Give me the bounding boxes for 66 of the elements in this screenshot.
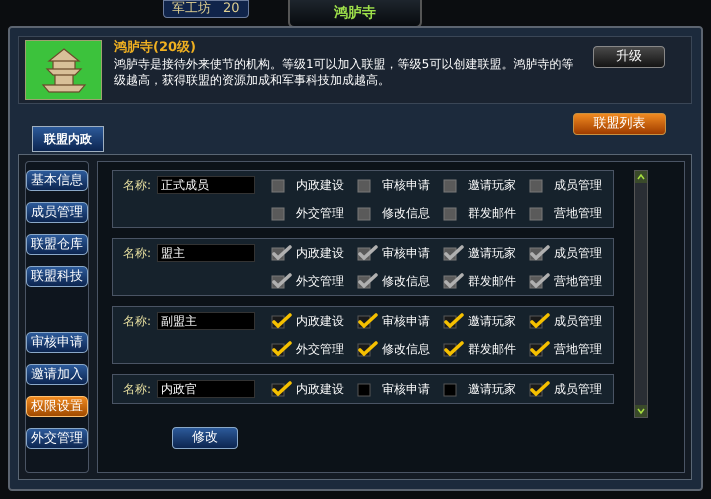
permission-label: 内政建设 bbox=[296, 177, 344, 194]
rank-name-field[interactable]: 副盟主 bbox=[157, 312, 256, 330]
scroll-down-icon[interactable] bbox=[635, 405, 647, 417]
permission-label: 群发邮件 bbox=[468, 341, 516, 358]
name-label: 名称: bbox=[123, 245, 152, 262]
permission-label: 成员管理 bbox=[554, 245, 602, 262]
sidebar-button[interactable]: 联盟科技 bbox=[26, 266, 88, 287]
sidebar-button[interactable]: 基本信息 bbox=[26, 170, 88, 191]
checkbox[interactable] bbox=[529, 313, 551, 329]
permission-label: 群发邮件 bbox=[468, 205, 516, 222]
permission-label: 外交管理 bbox=[296, 273, 344, 290]
permission-label: 内政建设 bbox=[296, 245, 344, 262]
checkbox[interactable] bbox=[443, 341, 465, 357]
permission-label: 审核申请 bbox=[382, 313, 430, 330]
permission-label: 邀请玩家 bbox=[468, 245, 516, 262]
permission-label: 成员管理 bbox=[554, 177, 602, 194]
permission-label: 成员管理 bbox=[554, 313, 602, 330]
scrollbar[interactable] bbox=[634, 170, 648, 418]
permission-label: 成员管理 bbox=[554, 381, 602, 398]
sidebar-button[interactable]: 外交管理 bbox=[26, 428, 88, 449]
checkbox[interactable] bbox=[529, 341, 551, 357]
name-label: 名称: bbox=[123, 381, 152, 398]
permission-label: 邀请玩家 bbox=[468, 381, 516, 398]
permission-label: 内政建设 bbox=[296, 313, 344, 330]
rank-name-field[interactable]: 内政官 bbox=[157, 380, 256, 398]
checkbox[interactable] bbox=[271, 341, 293, 357]
tab[interactable]: 联盟内政 bbox=[32, 126, 104, 152]
sidebar-button[interactable]: 权限设置 bbox=[26, 396, 88, 417]
permission-label: 外交管理 bbox=[296, 205, 344, 222]
permission-label: 营地管理 bbox=[554, 273, 602, 290]
sidebar-button[interactable]: 成员管理 bbox=[26, 202, 88, 223]
modify-button[interactable]: 修改 bbox=[172, 427, 238, 449]
permission-label: 邀请玩家 bbox=[468, 177, 516, 194]
checkbox[interactable] bbox=[357, 313, 379, 329]
checkbox[interactable] bbox=[529, 381, 551, 397]
name-label: 名称: bbox=[123, 177, 152, 194]
checkbox[interactable] bbox=[271, 381, 293, 397]
building-title: 鸿胪寺(20级) bbox=[114, 40, 197, 56]
permission-label: 修改信息 bbox=[382, 205, 430, 222]
permission-label: 修改信息 bbox=[382, 273, 430, 290]
alliance-list-button[interactable]: 联盟列表 bbox=[573, 113, 666, 135]
checkbox[interactable] bbox=[271, 313, 293, 329]
permission-label: 审核申请 bbox=[382, 177, 430, 194]
building-level: 20 bbox=[223, 0, 240, 18]
permission-label: 营地管理 bbox=[554, 205, 602, 222]
permission-label: 营地管理 bbox=[554, 341, 602, 358]
sidebar-button[interactable]: 邀请加入 bbox=[26, 364, 88, 385]
permission-label: 修改信息 bbox=[382, 341, 430, 358]
building-description: 鸿胪寺是接待外来使节的机构。等级1可以加入联盟，等级5可以创建联盟。鸿胪寺的等级越高，获得联盟的资源加成和军事科技加成越高。 bbox=[114, 56, 574, 88]
permission-label: 邀请玩家 bbox=[468, 313, 516, 330]
sidebar-button[interactable]: 审核申请 bbox=[26, 332, 88, 353]
permission-label: 审核申请 bbox=[382, 245, 430, 262]
permission-label: 群发邮件 bbox=[468, 273, 516, 290]
permission-label: 审核申请 bbox=[382, 381, 430, 398]
window-title: 鸿胪寺 bbox=[334, 4, 376, 22]
scroll-up-icon[interactable] bbox=[635, 171, 647, 183]
building-label: 军工坊 bbox=[172, 0, 211, 18]
rank-name-field[interactable]: 盟主 bbox=[157, 244, 256, 262]
permission-label: 外交管理 bbox=[296, 341, 344, 358]
checkbox[interactable] bbox=[443, 313, 465, 329]
checkbox[interactable] bbox=[357, 341, 379, 357]
sidebar-button[interactable]: 联盟仓库 bbox=[26, 234, 88, 255]
rank-name-field[interactable]: 正式成员 bbox=[157, 176, 256, 194]
upgrade-button[interactable]: 升级 bbox=[593, 46, 665, 68]
permission-label: 内政建设 bbox=[296, 381, 344, 398]
name-label: 名称: bbox=[123, 313, 152, 330]
